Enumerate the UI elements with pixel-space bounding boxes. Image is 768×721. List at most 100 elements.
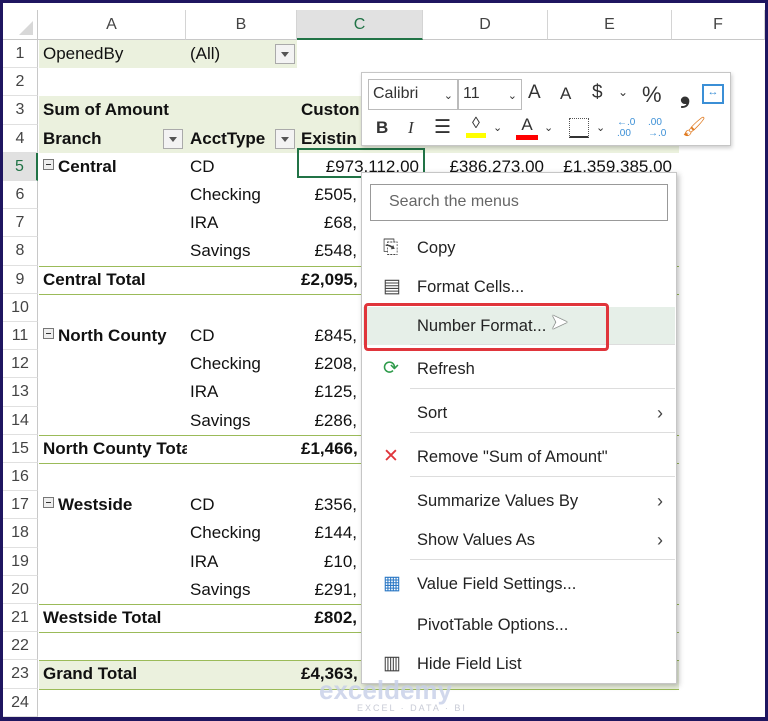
cell-C17[interactable]: £356, — [297, 491, 361, 519]
cell-C12[interactable]: £208, — [297, 350, 361, 378]
currency-icon[interactable]: $ — [592, 82, 603, 104]
row-header-22[interactable]: 22 — [3, 632, 38, 661]
format-painter-icon[interactable]: 🖌 — [682, 115, 706, 139]
increase-decimal-icon[interactable]: ←.0 .00 — [617, 117, 641, 139]
cell-B20[interactable]: Savings — [186, 576, 297, 604]
cell-C6[interactable]: £505, — [297, 181, 361, 209]
row-header-7[interactable]: 7 — [3, 209, 38, 238]
font-size-combo[interactable]: 11 ⌄ — [458, 79, 522, 110]
cell-C19[interactable]: £10, — [297, 548, 361, 576]
cell-C21[interactable]: £802, — [297, 604, 361, 632]
row-header-14[interactable]: 14 — [3, 406, 38, 435]
cell-B7[interactable]: IRA — [186, 209, 297, 237]
comma-style-icon[interactable]: ❟ — [680, 78, 690, 110]
font-name-combo[interactable]: Calibri ⌄ — [368, 79, 458, 110]
decrease-decimal-icon[interactable]: .00 →.0 — [648, 117, 672, 139]
cell-A11[interactable]: North County — [39, 322, 187, 350]
cell-B19[interactable]: IRA — [186, 548, 297, 576]
collapse-icon[interactable] — [43, 497, 54, 509]
column-header-C[interactable]: C — [297, 10, 423, 40]
increase-font-icon[interactable]: A — [528, 82, 541, 104]
row-header-12[interactable]: 12 — [3, 350, 38, 379]
cell-B6[interactable]: Checking — [186, 181, 297, 209]
column-header-E[interactable]: E — [548, 10, 672, 40]
row-header-8[interactable]: 8 — [3, 237, 38, 266]
cell-C11[interactable]: £845, — [297, 322, 361, 350]
search-menus-input[interactable]: Search the menus — [370, 184, 668, 221]
row-header-24[interactable]: 24 — [3, 688, 38, 717]
column-header-D[interactable]: D — [423, 10, 548, 40]
cell-A15[interactable]: North County Total — [39, 435, 187, 463]
cell-B5[interactable]: CD — [186, 153, 297, 181]
cell-A3[interactable]: Sum of Amount — [39, 96, 187, 124]
cell-B14[interactable]: Savings — [186, 407, 297, 435]
filter-dropdown-button[interactable] — [275, 128, 295, 149]
row-header-13[interactable]: 13 — [3, 378, 38, 407]
row-header-3[interactable]: 3 — [3, 96, 38, 125]
chevron-down-icon[interactable]: ⌄ — [596, 121, 605, 134]
percent-icon[interactable]: % — [642, 82, 662, 108]
row-header-1[interactable]: 1 — [3, 40, 38, 69]
menu-item-value-field-settings[interactable]: ▦ Value Field Settings... — [363, 565, 675, 603]
chevron-down-icon[interactable]: ⌄ — [618, 85, 628, 99]
row-header-21[interactable]: 21 — [3, 604, 38, 633]
filter-dropdown-button[interactable] — [163, 128, 183, 149]
chevron-down-icon[interactable]: ⌄ — [544, 121, 553, 134]
row-header-5[interactable]: 5 — [3, 152, 38, 181]
cell-C20[interactable]: £291, — [297, 576, 361, 604]
row-header-10[interactable]: 10 — [3, 293, 38, 322]
filter-dropdown-button[interactable] — [275, 44, 295, 64]
cell-B8[interactable]: Savings — [186, 237, 297, 265]
row-header-6[interactable]: 6 — [3, 181, 38, 210]
cell-C15[interactable]: £1,466, — [297, 435, 361, 463]
cell-A17[interactable]: Westside — [39, 491, 187, 519]
cell-C8[interactable]: £548, — [297, 237, 361, 265]
menu-item-sort[interactable]: Sort › — [363, 394, 675, 432]
menu-item-copy[interactable]: ⎘ Copy — [363, 229, 675, 267]
bold-icon[interactable]: B — [376, 118, 388, 138]
cell-A9[interactable]: Central Total — [39, 266, 187, 294]
row-header-2[interactable]: 2 — [3, 68, 38, 97]
italic-icon[interactable]: I — [408, 118, 414, 138]
cell-C9[interactable]: £2,095, — [297, 266, 361, 294]
menu-item-format-cells[interactable]: ▤ Format Cells... — [363, 268, 675, 306]
column-header-A[interactable]: A — [38, 10, 186, 40]
borders-icon[interactable] — [569, 118, 589, 138]
cell-A1[interactable]: OpenedBy — [39, 40, 187, 68]
align-center-icon[interactable]: ☰ — [434, 116, 451, 139]
decrease-font-icon[interactable]: A — [560, 84, 571, 104]
row-header-9[interactable]: 9 — [3, 265, 38, 294]
menu-item-remove-sum-of-amount[interactable]: ✕ Remove "Sum of Amount" — [363, 438, 675, 476]
row-header-16[interactable]: 16 — [3, 463, 38, 492]
chevron-down-icon[interactable]: ⌄ — [493, 121, 502, 134]
cell-C7[interactable]: £68, — [297, 209, 361, 237]
cell-B11[interactable]: CD — [186, 322, 297, 350]
cell-C18[interactable]: £144, — [297, 519, 361, 547]
column-header-B[interactable]: B — [186, 10, 297, 40]
collapse-icon[interactable] — [43, 328, 54, 339]
menu-item-summarize-values-by[interactable]: Summarize Values By › — [363, 482, 675, 520]
row-header-11[interactable]: 11 — [3, 322, 38, 351]
row-header-20[interactable]: 20 — [3, 575, 38, 604]
fill-color-icon[interactable]: ◊ — [466, 115, 486, 138]
menu-item-pivottable-options[interactable]: PivotTable Options... — [363, 606, 675, 644]
cell-C14[interactable]: £286, — [297, 407, 361, 435]
font-color-icon[interactable]: A — [516, 115, 538, 140]
row-header-23[interactable]: 23 — [3, 660, 38, 689]
row-header-15[interactable]: 15 — [3, 434, 38, 463]
row-header-4[interactable]: 4 — [3, 124, 38, 153]
cell-A21[interactable]: Westside Total — [39, 604, 187, 632]
row-header-17[interactable]: 17 — [3, 491, 38, 520]
cell-B13[interactable]: IRA — [186, 378, 297, 406]
menu-item-refresh[interactable]: ⟳ Refresh — [363, 350, 675, 388]
menu-item-show-values-as[interactable]: Show Values As › — [363, 521, 675, 559]
collapse-icon[interactable] — [43, 158, 54, 170]
select-all-corner[interactable] — [3, 10, 38, 40]
row-header-19[interactable]: 19 — [3, 547, 38, 576]
cell-B18[interactable]: Checking — [186, 519, 297, 547]
cell-B17[interactable]: CD — [186, 491, 297, 519]
column-header-F[interactable]: F — [672, 10, 765, 40]
cell-B12[interactable]: Checking — [186, 350, 297, 378]
cell-A5[interactable]: Central — [39, 153, 187, 181]
merge-center-icon[interactable]: ↔ — [702, 84, 724, 104]
